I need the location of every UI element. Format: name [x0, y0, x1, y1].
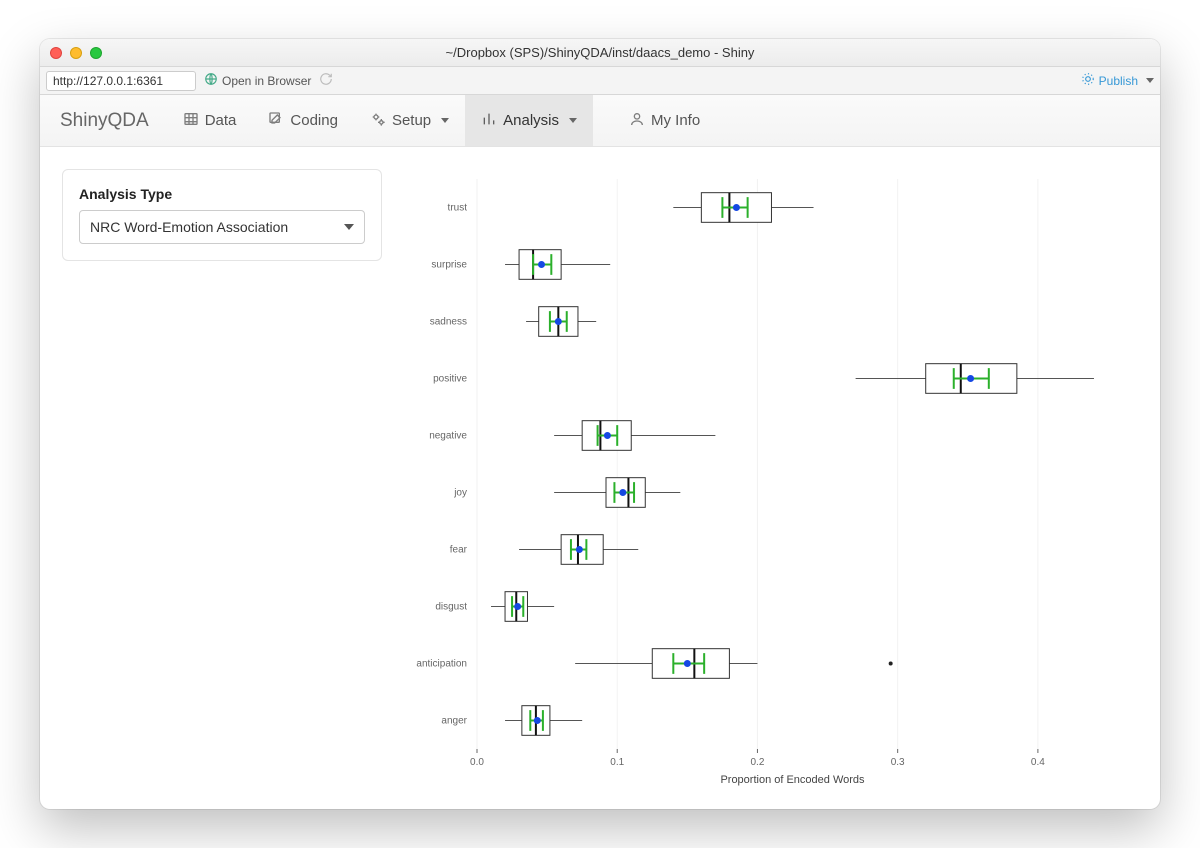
table-icon — [183, 111, 199, 131]
plot-svg: 0.0 0.1 0.2 0.3 0.4 Proportion of Encoded Wor… — [392, 169, 1138, 799]
x-axis-title: Proportion of Encoded Words — [720, 774, 865, 786]
window-title: ~/Dropbox (SPS)/ShinyQDA/inst/daacs_demo… — [40, 45, 1160, 60]
close-icon[interactable] — [50, 47, 62, 59]
publish-icon — [1081, 72, 1095, 89]
chevron-down-icon — [441, 118, 449, 123]
content: Analysis Type NRC Word-Emotion Associati… — [40, 147, 1160, 809]
y-category-label: sadness — [430, 317, 467, 328]
url-field[interactable]: http://127.0.0.1:6361 — [46, 71, 196, 91]
publish-button[interactable]: Publish — [1081, 72, 1154, 89]
nav-item-analysis[interactable]: Analysis — [465, 95, 593, 146]
app-brand: ShinyQDA — [60, 95, 167, 146]
minimize-icon[interactable] — [70, 47, 82, 59]
nav-items: Data Coding Setup Analysis — [167, 95, 716, 146]
x-tick-label: 0.2 — [750, 757, 764, 768]
x-tick-label: 0.1 — [610, 757, 624, 768]
url-text: http://127.0.0.1:6361 — [53, 74, 163, 88]
y-category-label: disgust — [435, 602, 467, 613]
maximize-icon[interactable] — [90, 47, 102, 59]
titlebar: ~/Dropbox (SPS)/ShinyQDA/inst/daacs_demo… — [40, 39, 1160, 67]
y-category-label: joy — [453, 488, 467, 499]
user-icon — [629, 111, 645, 131]
y-category-label: negative — [429, 431, 467, 442]
y-category-label: surprise — [431, 260, 467, 271]
nav-item-data[interactable]: Data — [167, 95, 253, 146]
boxplot-chart: 0.0 0.1 0.2 0.3 0.4 Proportion of Encoded Wor… — [392, 169, 1138, 799]
nav-item-setup[interactable]: Setup — [354, 95, 465, 146]
open-in-browser-label: Open in Browser — [222, 74, 311, 88]
nav-label: Setup — [392, 112, 431, 129]
publish-label: Publish — [1099, 74, 1138, 88]
y-category-label: anticipation — [416, 659, 467, 670]
nav-item-my-info[interactable]: My Info — [613, 95, 716, 146]
refresh-icon[interactable] — [319, 72, 333, 89]
open-in-browser-button[interactable]: Open in Browser — [204, 72, 311, 89]
nav-label: Analysis — [503, 112, 559, 129]
analysis-type-select[interactable]: NRC Word-Emotion Association — [79, 210, 365, 244]
navbar: ShinyQDA Data Coding Setup — [40, 95, 1160, 147]
nav-label: Coding — [290, 112, 338, 129]
y-category-label: anger — [441, 716, 467, 727]
y-category-label: positive — [433, 374, 467, 385]
gears-icon — [370, 111, 386, 131]
sidebar-panel: Analysis Type NRC Word-Emotion Associati… — [62, 169, 382, 261]
app-window: ~/Dropbox (SPS)/ShinyQDA/inst/daacs_demo… — [40, 39, 1160, 809]
analysis-type-label: Analysis Type — [79, 186, 365, 202]
nav-label: Data — [205, 112, 237, 129]
pencil-edit-icon — [268, 111, 284, 131]
x-tick-label: 0.3 — [891, 757, 905, 768]
x-tick-label: 0.0 — [470, 757, 484, 768]
y-category-label: trust — [448, 203, 468, 214]
nav-label: My Info — [651, 112, 700, 129]
window-controls — [50, 47, 102, 59]
chevron-down-icon — [1146, 78, 1154, 83]
bar-chart-icon — [481, 111, 497, 131]
nav-item-coding[interactable]: Coding — [252, 95, 354, 146]
viewer-toolbar: http://127.0.0.1:6361 Open in Browser Pu… — [40, 67, 1160, 95]
chevron-down-icon — [569, 118, 577, 123]
select-value: NRC Word-Emotion Association — [90, 219, 288, 235]
chevron-down-icon — [344, 224, 354, 230]
y-category-label: fear — [450, 545, 468, 556]
x-tick-label: 0.4 — [1031, 757, 1045, 768]
browser-icon — [204, 72, 218, 89]
